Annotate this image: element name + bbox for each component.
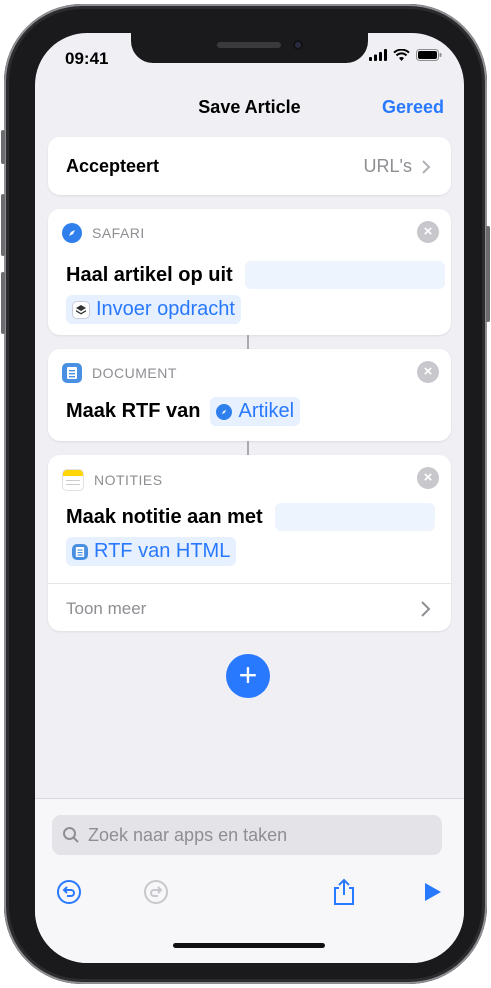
- status-icons: [369, 49, 442, 61]
- undo-icon: [57, 880, 81, 904]
- add-action-button[interactable]: +: [226, 654, 270, 698]
- redo-icon: [144, 880, 168, 904]
- safari-icon: [216, 403, 233, 420]
- show-more-chevron-icon[interactable]: [421, 601, 431, 617]
- chevron-right-icon: [422, 159, 431, 174]
- power-button: [486, 226, 490, 322]
- divider: [48, 583, 451, 584]
- variable-token[interactable]: Artikel: [210, 397, 301, 426]
- search-icon: [63, 827, 79, 843]
- action-connector: [247, 441, 249, 455]
- accepts-label: Accepteert: [66, 156, 160, 176]
- notch: [131, 33, 368, 63]
- share-icon: [334, 878, 354, 905]
- undo-button[interactable]: [54, 877, 84, 907]
- action-app-label: SAFARI: [92, 225, 145, 241]
- action-header: NOTITIES: [62, 469, 163, 491]
- action-text: Maak RTF van: [66, 400, 201, 422]
- volume-down-button: [1, 272, 5, 334]
- status-time: 09:41: [65, 49, 109, 68]
- volume-up-button: [1, 194, 5, 256]
- remove-action-button[interactable]: ×: [417, 221, 439, 243]
- share-button[interactable]: [329, 877, 359, 907]
- action-text: Haal artikel op uit: [66, 263, 233, 286]
- variable-row: Invoer opdracht: [66, 295, 241, 324]
- action-body: Maak RTF van Artikel: [66, 397, 301, 426]
- empty-parameter-field[interactable]: [244, 261, 445, 289]
- action-card-document[interactable]: DOCUMENT × Maak RTF van Artikel: [48, 349, 451, 441]
- home-indicator: [173, 943, 325, 948]
- search-placeholder: Zoek naar apps en taken: [88, 824, 288, 845]
- variable-row: RTF van HTML: [66, 537, 237, 566]
- speaker: [217, 42, 281, 48]
- mute-switch: [1, 130, 5, 164]
- show-more-label: Toon meer: [66, 599, 147, 618]
- accepts-card[interactable]: Accepteert URL's: [48, 137, 451, 195]
- shortcut-input-icon: [72, 300, 90, 319]
- notes-icon: [62, 469, 84, 491]
- variable-token[interactable]: RTF van HTML: [66, 537, 237, 566]
- screen: 09:41 Save Article Gereed Accepteert URL…: [35, 33, 464, 963]
- action-connector: [247, 335, 249, 349]
- camera: [293, 40, 303, 50]
- remove-action-button[interactable]: ×: [417, 361, 439, 383]
- action-app-label: DOCUMENT: [92, 365, 177, 381]
- safari-icon: [62, 223, 82, 243]
- phone-frame: 09:41 Save Article Gereed Accepteert URL…: [1, 4, 490, 984]
- battery-icon: [416, 49, 442, 61]
- signal-icon: [369, 49, 387, 61]
- remove-action-button[interactable]: ×: [417, 467, 439, 489]
- variable-label: RTF van HTML: [94, 540, 231, 562]
- done-button[interactable]: Gereed: [382, 97, 444, 118]
- action-app-label: NOTITIES: [94, 472, 163, 488]
- action-card-safari[interactable]: SAFARI × Haal artikel op uit Invoer opdr…: [48, 209, 451, 335]
- run-button[interactable]: [418, 877, 448, 907]
- search-field[interactable]: Zoek naar apps en taken: [52, 815, 442, 855]
- action-body: Maak notitie aan met: [66, 503, 435, 531]
- document-icon: [72, 543, 88, 560]
- redo-button[interactable]: [141, 877, 171, 907]
- action-card-notes[interactable]: NOTITIES × Maak notitie aan met RTF van …: [48, 455, 451, 631]
- accepts-value-group: URL's: [364, 156, 431, 177]
- empty-parameter-field[interactable]: [274, 503, 435, 531]
- wifi-icon: [393, 49, 410, 61]
- variable-label: Invoer opdracht: [96, 298, 235, 320]
- action-text: Maak notitie aan met: [66, 505, 263, 528]
- play-icon: [425, 883, 441, 901]
- document-icon: [62, 363, 82, 383]
- bottom-panel: Zoek naar apps en taken: [35, 798, 464, 963]
- toolbar: [35, 877, 464, 917]
- variable-token[interactable]: Invoer opdracht: [66, 295, 241, 324]
- action-body: Haal artikel op uit: [66, 261, 445, 289]
- variable-label: Artikel: [238, 400, 295, 422]
- action-header: DOCUMENT: [62, 363, 177, 383]
- action-header: SAFARI: [62, 223, 145, 243]
- accepts-value: URL's: [363, 156, 412, 176]
